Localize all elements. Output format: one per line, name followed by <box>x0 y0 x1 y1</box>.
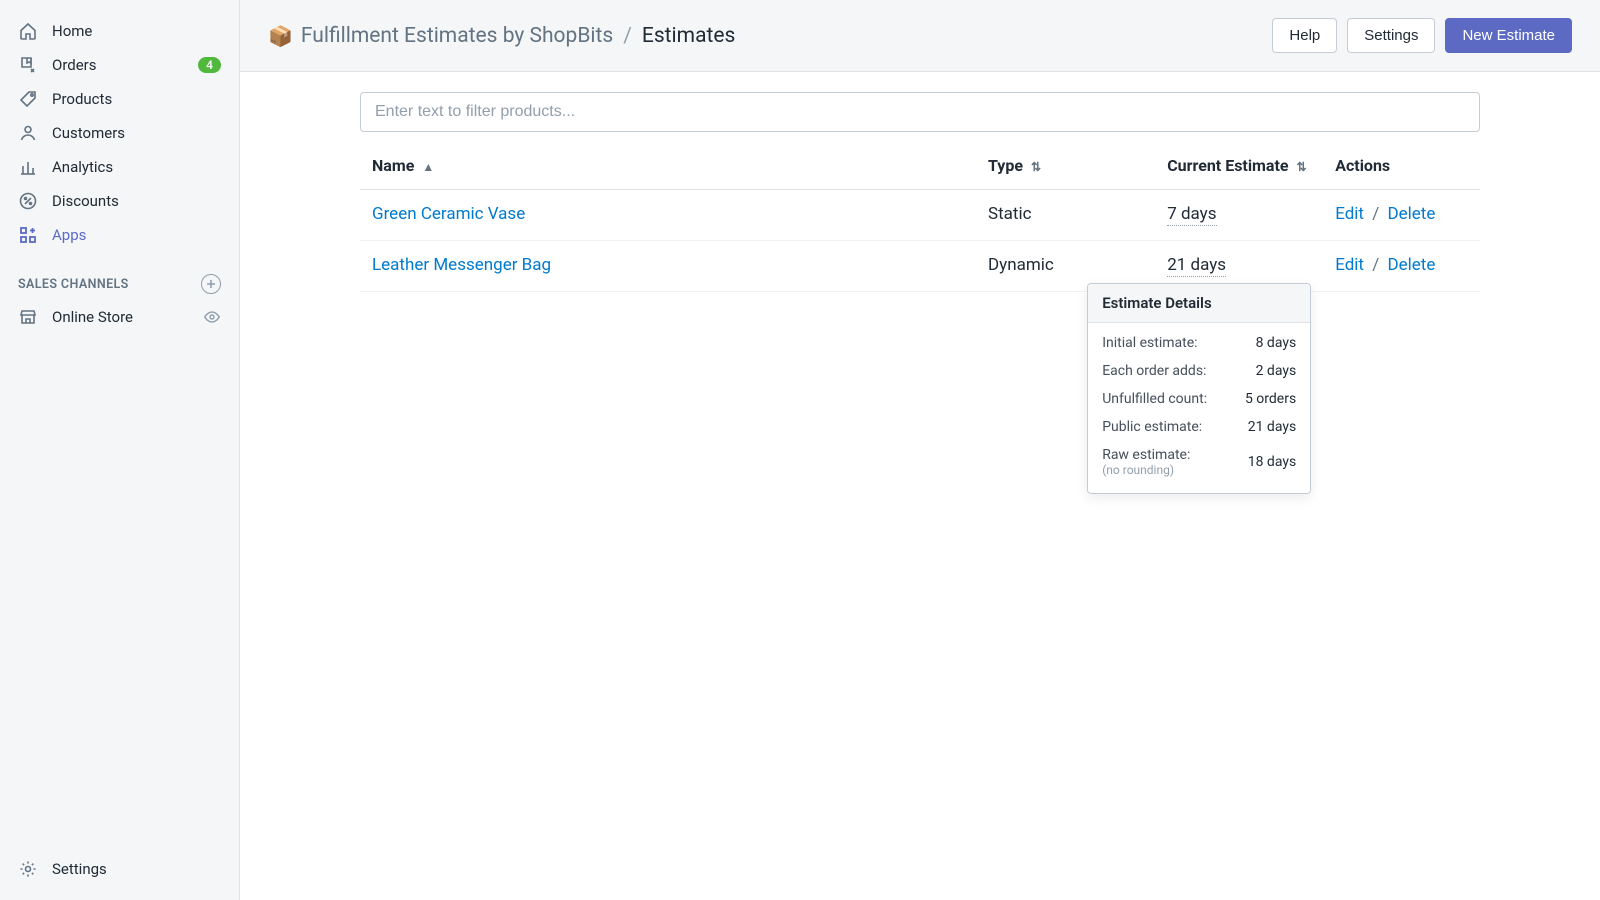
sidebar-item-settings[interactable]: Settings <box>0 852 239 886</box>
store-icon <box>18 307 38 327</box>
filter-products-input[interactable] <box>360 92 1480 132</box>
settings-button[interactable]: Settings <box>1347 18 1435 53</box>
app-name: Fulfillment Estimates by ShopBits <box>301 24 613 48</box>
primary-nav: Home Orders 4 Products Customers <box>0 14 239 852</box>
sidebar-item-apps[interactable]: Apps <box>0 218 239 252</box>
sidebar-item-products[interactable]: Products <box>0 82 239 116</box>
sidebar-item-analytics[interactable]: Analytics <box>0 150 239 184</box>
action-separator: / <box>1372 204 1379 224</box>
product-link[interactable]: Leather Messenger Bag <box>372 255 551 275</box>
package-icon: 📦 <box>268 24 293 48</box>
table-row: Leather Messenger Bag Dynamic 21 days Es… <box>360 241 1480 292</box>
column-header-type[interactable]: Type ⇅ <box>976 142 1155 190</box>
chart-icon <box>18 157 38 177</box>
estimate-value[interactable]: 7 days <box>1167 204 1216 226</box>
sidebar-item-discounts[interactable]: Discounts <box>0 184 239 218</box>
column-header-estimate[interactable]: Current Estimate ⇅ <box>1155 142 1323 190</box>
topbar: 📦 Fulfillment Estimates by ShopBits / Es… <box>240 0 1600 72</box>
tooltip-row: Initial estimate: 8 days <box>1102 329 1296 357</box>
sidebar-item-label: Home <box>52 22 221 40</box>
delete-link[interactable]: Delete <box>1387 204 1435 224</box>
delete-link[interactable]: Delete <box>1387 255 1435 275</box>
tooltip-row: Raw estimate: (no rounding) 18 days <box>1102 441 1296 483</box>
new-estimate-button[interactable]: New Estimate <box>1445 18 1572 53</box>
sidebar-item-label: Discounts <box>52 192 221 210</box>
column-header-name[interactable]: Name ▲ <box>360 142 976 190</box>
estimate-details-tooltip: Estimate Details Initial estimate: 8 day… <box>1087 283 1311 494</box>
column-header-actions: Actions <box>1323 142 1480 190</box>
estimates-table: Name ▲ Type ⇅ Current Estimate ⇅ <box>360 142 1480 292</box>
sidebar-item-label: Orders <box>52 56 184 74</box>
sales-channels-header: SALES CHANNELS <box>0 252 239 300</box>
person-icon <box>18 123 38 143</box>
sidebar-item-online-store[interactable]: Online Store <box>0 300 239 334</box>
sidebar-item-label: Settings <box>52 860 221 878</box>
tooltip-row: Each order adds: 2 days <box>1102 357 1296 385</box>
sidebar-item-orders[interactable]: Orders 4 <box>0 48 239 82</box>
sidebar-item-label: Customers <box>52 124 221 142</box>
estimate-type: Dynamic <box>988 255 1054 275</box>
home-icon <box>18 21 38 41</box>
sidebar-item-label: Analytics <box>52 158 221 176</box>
sidebar-item-home[interactable]: Home <box>0 14 239 48</box>
edit-link[interactable]: Edit <box>1335 255 1364 275</box>
edit-link[interactable]: Edit <box>1335 204 1364 224</box>
sidebar-item-customers[interactable]: Customers <box>0 116 239 150</box>
action-separator: / <box>1372 255 1379 275</box>
orders-icon <box>18 55 38 75</box>
sort-asc-icon: ▲ <box>422 160 434 174</box>
discount-icon <box>18 191 38 211</box>
main-area: 📦 Fulfillment Estimates by ShopBits / Es… <box>240 0 1600 900</box>
estimate-type: Static <box>988 204 1032 224</box>
sort-both-icon: ⇅ <box>1031 160 1041 174</box>
add-channel-button[interactable] <box>201 274 221 294</box>
estimate-value[interactable]: 21 days Estimate Details Initial estimat… <box>1167 255 1226 277</box>
sidebar-item-label: Apps <box>52 226 221 244</box>
tooltip-title: Estimate Details <box>1088 284 1310 323</box>
breadcrumb-separator: / <box>623 24 632 48</box>
tooltip-row: Public estimate: 21 days <box>1102 413 1296 441</box>
sort-both-icon: ⇅ <box>1297 160 1307 174</box>
breadcrumb: 📦 Fulfillment Estimates by ShopBits / Es… <box>268 24 735 48</box>
sidebar: Home Orders 4 Products Customers <box>0 0 240 900</box>
product-link[interactable]: Green Ceramic Vase <box>372 204 525 224</box>
table-row: Green Ceramic Vase Static 7 days Edit / … <box>360 190 1480 241</box>
apps-icon <box>18 225 38 245</box>
tooltip-row: Unfulfilled count: 5 orders <box>1102 385 1296 413</box>
eye-icon[interactable] <box>203 308 221 326</box>
section-title: SALES CHANNELS <box>18 277 129 292</box>
sidebar-item-label: Online Store <box>52 308 189 326</box>
page-title: Estimates <box>642 24 735 48</box>
help-button[interactable]: Help <box>1272 18 1337 53</box>
breadcrumb-app[interactable]: 📦 Fulfillment Estimates by ShopBits <box>268 24 613 48</box>
content: Name ▲ Type ⇅ Current Estimate ⇅ <box>240 72 1600 900</box>
gear-icon <box>18 859 38 879</box>
tag-icon <box>18 89 38 109</box>
orders-badge: 4 <box>198 57 221 73</box>
sidebar-item-label: Products <box>52 90 221 108</box>
